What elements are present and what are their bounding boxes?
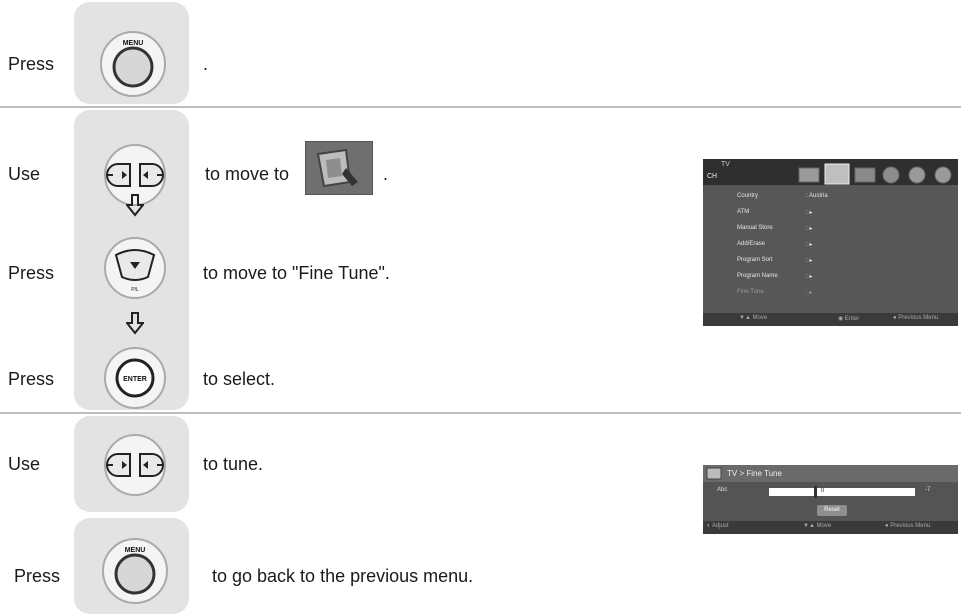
- step-text: .: [383, 164, 389, 184]
- enter-button[interactable]: ENTER: [100, 343, 170, 413]
- step-verb: Press: [8, 369, 55, 389]
- step-verb: Use: [8, 454, 41, 474]
- fine-tune-slider-thumb: [814, 486, 817, 498]
- down-arrow-icon: [124, 193, 146, 221]
- svg-text:P/L: P/L: [131, 287, 139, 293]
- fine-tune-screenshot: TV > Fine Tune Abc 0 -7 Reset ◐ Adjust ▼…: [703, 465, 958, 534]
- step-verb: Press: [8, 54, 55, 74]
- down-arrow-icon: [124, 311, 146, 339]
- tv-channel-menu-screenshot: TV CH Country : Austria ATM : ▸ Manual S…: [703, 159, 958, 326]
- down-button[interactable]: P/L: [100, 233, 170, 303]
- reset-button[interactable]: Reset: [817, 505, 847, 516]
- channel-menu-icon: [706, 467, 722, 480]
- step-text: to tune.: [203, 454, 264, 474]
- step-text: .: [203, 54, 209, 74]
- fine-tune-title: TV > Fine Tune: [727, 469, 782, 478]
- left-right-button[interactable]: [100, 430, 170, 500]
- fine-tune-slider[interactable]: [769, 488, 915, 496]
- step-text: to select.: [203, 369, 276, 389]
- step-verb: Press: [14, 566, 61, 586]
- menu-label: MENU: [123, 40, 144, 47]
- step-verb: Press: [8, 263, 55, 283]
- tv-menu-header: TV: [721, 161, 730, 168]
- enter-label: ENTER: [123, 376, 147, 383]
- step-text: to go back to the previous menu.: [212, 566, 474, 586]
- menu-button[interactable]: MENU: [98, 29, 168, 99]
- menu-category-icons: [798, 163, 952, 185]
- channel-menu-icon: [305, 141, 373, 195]
- svg-text:MENU: MENU: [125, 547, 146, 554]
- step-text: to move to "Fine Tune".: [203, 263, 390, 283]
- step-verb: Use: [8, 164, 41, 184]
- step-text: to move to: [205, 164, 290, 184]
- menu-button[interactable]: MENU: [100, 536, 170, 606]
- section-divider: [0, 106, 961, 108]
- tv-menu-section: CH: [707, 173, 718, 180]
